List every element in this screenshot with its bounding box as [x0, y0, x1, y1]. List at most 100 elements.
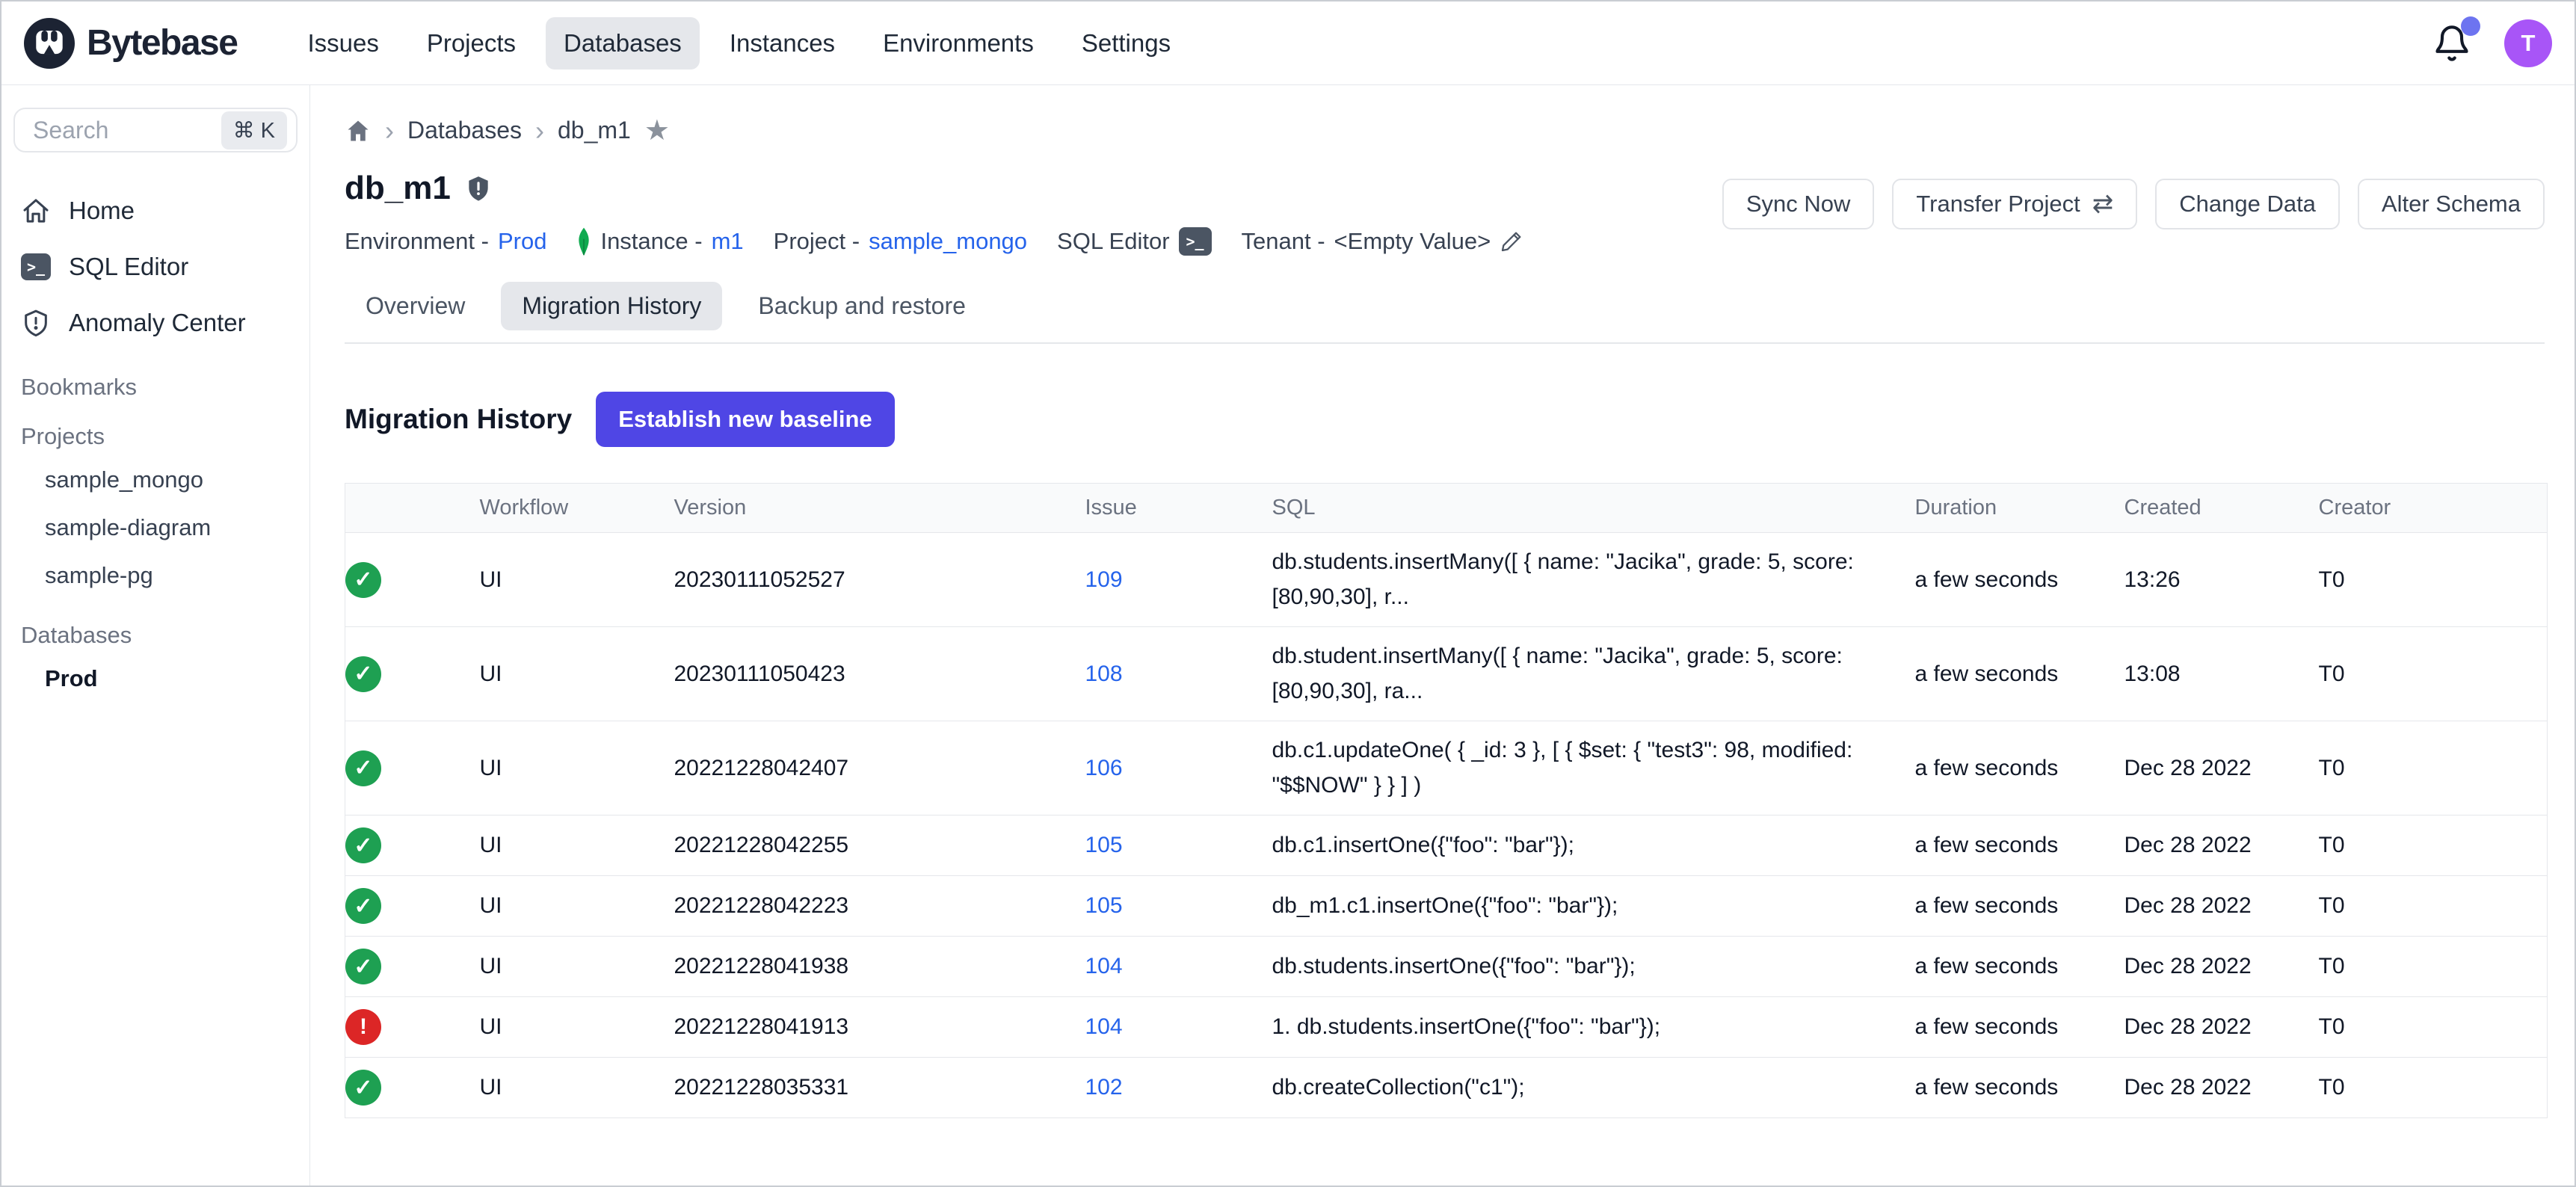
nav-environments[interactable]: Environments — [865, 17, 1052, 70]
table-row[interactable]: UI 20221228035331 102 db.createCollectio… — [345, 1058, 2548, 1118]
version-cell: 20230111052527 — [674, 533, 1085, 627]
search-shortcut-badge: ⌘ K — [221, 111, 287, 149]
created-cell: Dec 28 2022 — [2124, 997, 2319, 1058]
breadcrumb-databases[interactable]: Databases — [407, 117, 522, 144]
transfer-project-button[interactable]: Transfer Project ⇄ — [1892, 179, 2137, 229]
created-cell: 13:08 — [2124, 627, 2319, 721]
col-status — [345, 484, 480, 533]
nav-issues[interactable]: Issues — [289, 17, 396, 70]
table-row[interactable]: UI 20221228041938 104 db.students.insert… — [345, 937, 2548, 997]
sql-cell: db.student.insertMany([ { name: "Jacika"… — [1272, 627, 1915, 721]
workflow-cell: UI — [480, 937, 674, 997]
change-data-button[interactable]: Change Data — [2155, 179, 2340, 229]
table-row[interactable]: UI 20230111052527 109 db.students.insert… — [345, 533, 2548, 627]
version-cell: 20221228041938 — [674, 937, 1085, 997]
table-row[interactable]: UI 20221228042255 105 db.c1.insertOne({"… — [345, 816, 2548, 876]
col-duration: Duration — [1915, 484, 2124, 533]
status-success-icon — [345, 949, 381, 984]
pencil-icon[interactable] — [1500, 229, 1523, 253]
duration-cell: a few seconds — [1915, 876, 2124, 937]
workflow-cell: UI — [480, 721, 674, 816]
brand-logo[interactable]: Bytebase — [24, 18, 237, 69]
created-cell: Dec 28 2022 — [2124, 876, 2319, 937]
nav-instances[interactable]: Instances — [712, 17, 853, 70]
issue-link[interactable]: 105 — [1085, 893, 1123, 918]
workflow-cell: UI — [480, 997, 674, 1058]
sidebar-section-databases: Databases — [21, 622, 298, 649]
sql-cell: db.students.insertOne({"foo": "bar"}); — [1272, 937, 1915, 997]
tab-overview[interactable]: Overview — [345, 282, 486, 330]
transfer-arrows-icon: ⇄ — [2092, 189, 2114, 219]
detail-tabs: Overview Migration History Backup and re… — [345, 282, 2545, 344]
sidebar-database-prod[interactable]: Prod — [13, 655, 298, 703]
project-link[interactable]: sample_mongo — [869, 228, 1027, 255]
workflow-cell: UI — [480, 533, 674, 627]
nav-settings[interactable]: Settings — [1064, 17, 1189, 70]
terminal-icon[interactable]: >_ — [1179, 227, 1212, 256]
home-icon — [21, 196, 51, 226]
search-input[interactable] — [31, 116, 221, 145]
created-cell: Dec 28 2022 — [2124, 816, 2319, 876]
sidebar: ⌘ K Home >_ SQL Editor — [1, 85, 310, 1186]
col-sql: SQL — [1272, 484, 1915, 533]
alter-schema-button[interactable]: Alter Schema — [2358, 179, 2545, 229]
sql-cell: db.c1.updateOne( { _id: 3 }, [ { $set: {… — [1272, 721, 1915, 816]
page-title: db_m1 — [345, 170, 451, 207]
sql-editor-label: SQL Editor — [1057, 228, 1169, 255]
duration-cell: a few seconds — [1915, 1058, 2124, 1118]
star-icon[interactable]: ★ — [644, 114, 670, 147]
sidebar-item-home[interactable]: Home — [13, 182, 298, 239]
breadcrumb: › Databases › db_m1 ★ — [345, 85, 2545, 147]
table-row[interactable]: UI 20230111050423 108 db.student.insertM… — [345, 627, 2548, 721]
issue-link[interactable]: 104 — [1085, 954, 1123, 978]
search-box[interactable]: ⌘ K — [13, 108, 298, 152]
created-cell: Dec 28 2022 — [2124, 721, 2319, 816]
version-cell: 20221228042255 — [674, 816, 1085, 876]
issue-link[interactable]: 106 — [1085, 756, 1123, 780]
sidebar-menu: Home >_ SQL Editor Anomaly Center — [13, 182, 298, 351]
col-version: Version — [674, 484, 1085, 533]
table-row[interactable]: UI 20221228041913 104 1. db.students.ins… — [345, 997, 2548, 1058]
nav-projects[interactable]: Projects — [409, 17, 534, 70]
top-bar: Bytebase Issues Projects Databases Insta… — [1, 1, 2575, 85]
breadcrumb-db-m1[interactable]: db_m1 — [558, 117, 631, 144]
duration-cell: a few seconds — [1915, 937, 2124, 997]
issue-link[interactable]: 108 — [1085, 662, 1123, 686]
creator-cell: T0 — [2319, 937, 2548, 997]
nav-databases[interactable]: Databases — [546, 17, 700, 70]
user-avatar[interactable]: T — [2504, 19, 2552, 67]
sidebar-item-sql-editor[interactable]: >_ SQL Editor — [13, 239, 298, 295]
tab-migration-history[interactable]: Migration History — [501, 282, 722, 330]
mongodb-leaf-icon — [576, 226, 591, 256]
sidebar-section-projects: Projects — [21, 423, 298, 450]
sidebar-project-sample-diagram[interactable]: sample-diagram — [13, 504, 298, 552]
migration-history-heading: Migration History — [345, 404, 572, 435]
sidebar-project-sample-mongo[interactable]: sample_mongo — [13, 456, 298, 504]
tab-backup-and-restore[interactable]: Backup and restore — [737, 282, 987, 330]
notifications-button[interactable] — [2432, 24, 2471, 63]
project-label: Project - — [774, 228, 860, 255]
table-row[interactable]: UI 20221228042223 105 db_m1.c1.insertOne… — [345, 876, 2548, 937]
title-and-meta: db_m1 Environment - Prod — [345, 170, 1523, 256]
environment-link[interactable]: Prod — [498, 228, 546, 255]
instance-link[interactable]: m1 — [712, 228, 744, 255]
table-row[interactable]: UI 20221228042407 106 db.c1.updateOne( {… — [345, 721, 2548, 816]
status-success-icon — [345, 1070, 381, 1106]
sidebar-item-anomaly-center[interactable]: Anomaly Center — [13, 295, 298, 351]
col-creator: Creator — [2319, 484, 2548, 533]
creator-cell: T0 — [2319, 816, 2548, 876]
issue-link[interactable]: 102 — [1085, 1075, 1123, 1100]
home-icon[interactable] — [345, 117, 372, 144]
sidebar-project-sample-pg[interactable]: sample-pg — [13, 552, 298, 599]
creator-cell: T0 — [2319, 876, 2548, 937]
sidebar-item-label: Anomaly Center — [69, 309, 246, 337]
sync-now-button[interactable]: Sync Now — [1722, 179, 1875, 229]
issue-link[interactable]: 105 — [1085, 833, 1123, 857]
establish-baseline-button[interactable]: Establish new baseline — [596, 392, 894, 447]
topbar-right: T — [2432, 19, 2552, 67]
issue-link[interactable]: 104 — [1085, 1014, 1123, 1039]
sidebar-item-label: SQL Editor — [69, 253, 188, 281]
version-cell: 20221228042407 — [674, 721, 1085, 816]
workflow-cell: UI — [480, 627, 674, 721]
issue-link[interactable]: 109 — [1085, 567, 1123, 592]
